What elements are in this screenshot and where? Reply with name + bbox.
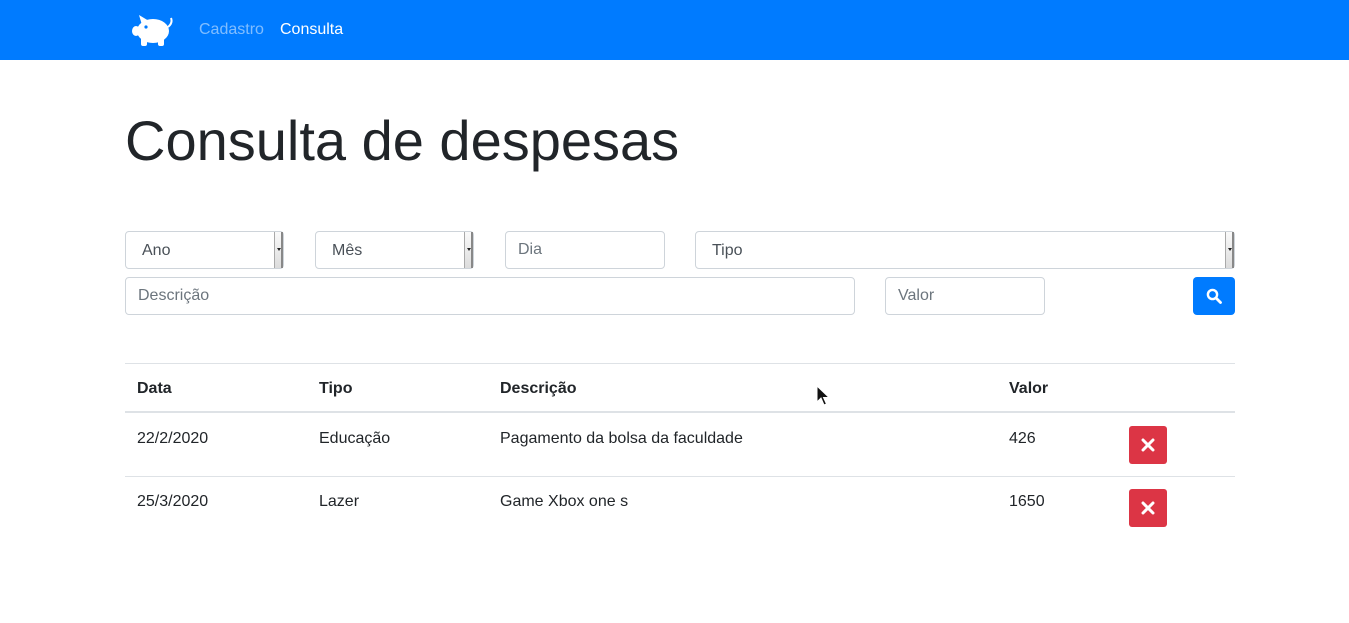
- nav-link-consulta[interactable]: Consulta: [280, 20, 343, 39]
- close-icon: [1141, 438, 1155, 452]
- table-cell-valor: 1650: [1009, 493, 1045, 510]
- nav-link-cadastro[interactable]: Cadastro: [199, 20, 264, 39]
- mes-select[interactable]: Mês: [315, 231, 474, 269]
- search-button[interactable]: [1193, 277, 1235, 315]
- table-divider: [125, 363, 1235, 364]
- table-cell-tipo: Lazer: [319, 493, 360, 510]
- delete-button[interactable]: [1129, 426, 1167, 464]
- dia-input[interactable]: [505, 231, 665, 269]
- table-row-divider: [125, 476, 1235, 477]
- table-cell-tipo: Educação: [319, 430, 391, 447]
- descricao-input[interactable]: [125, 277, 855, 315]
- mes-select-value: Mês: [332, 242, 363, 259]
- tipo-select[interactable]: Tipo: [695, 231, 1235, 269]
- column-header-tipo: Tipo: [319, 380, 353, 397]
- search-icon: [1206, 288, 1222, 304]
- column-header-valor: Valor: [1009, 380, 1049, 397]
- valor-input[interactable]: [885, 277, 1045, 315]
- delete-button[interactable]: [1129, 489, 1167, 527]
- piggy-bank-icon[interactable]: [130, 12, 174, 48]
- table-cell-descricao: Pagamento da bolsa da faculdade: [500, 430, 743, 447]
- table-cell-descricao: Game Xbox one s: [500, 493, 629, 510]
- column-header-data: Data: [137, 380, 172, 397]
- page-title: Consulta de despesas: [125, 109, 680, 172]
- close-icon: [1141, 501, 1155, 515]
- table-cell-data: 22/2/2020: [137, 430, 209, 447]
- tipo-select-value: Tipo: [712, 242, 743, 259]
- ano-select[interactable]: Ano: [125, 231, 284, 269]
- navbar: Cadastro Consulta: [0, 0, 1349, 60]
- chevron-down-icon: [464, 232, 473, 268]
- chevron-down-icon: [274, 232, 283, 268]
- mouse-cursor-icon: [816, 385, 830, 406]
- table-header-divider: [125, 411, 1235, 413]
- column-header-descricao: Descrição: [500, 380, 577, 397]
- table-cell-data: 25/3/2020: [137, 493, 209, 510]
- ano-select-value: Ano: [142, 242, 171, 259]
- chevron-down-icon: [1225, 232, 1234, 268]
- table-cell-valor: 426: [1009, 430, 1036, 447]
